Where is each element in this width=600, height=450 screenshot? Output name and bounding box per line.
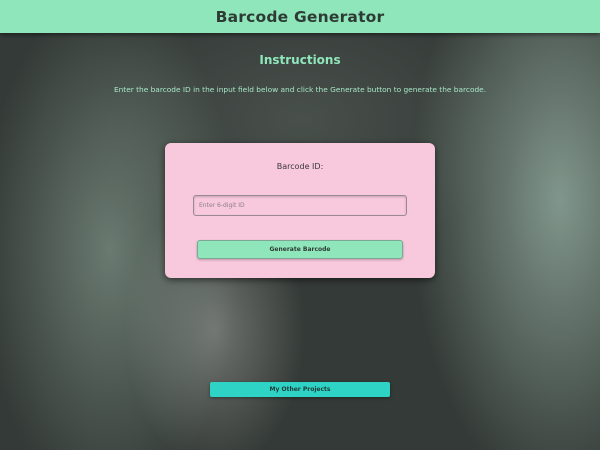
barcode-form-card: Barcode ID: Generate Barcode (165, 143, 435, 278)
barcode-id-input[interactable] (193, 195, 407, 216)
page-title: Barcode Generator (215, 7, 385, 26)
instructions-heading: Instructions (259, 53, 341, 67)
my-other-projects-button[interactable]: My Other Projects (210, 382, 390, 397)
app-header: Barcode Generator (0, 0, 600, 33)
barcode-id-label: Barcode ID: (276, 162, 324, 171)
instructions-text: Enter the barcode ID in the input field … (113, 85, 487, 94)
generate-barcode-button[interactable]: Generate Barcode (197, 240, 403, 259)
